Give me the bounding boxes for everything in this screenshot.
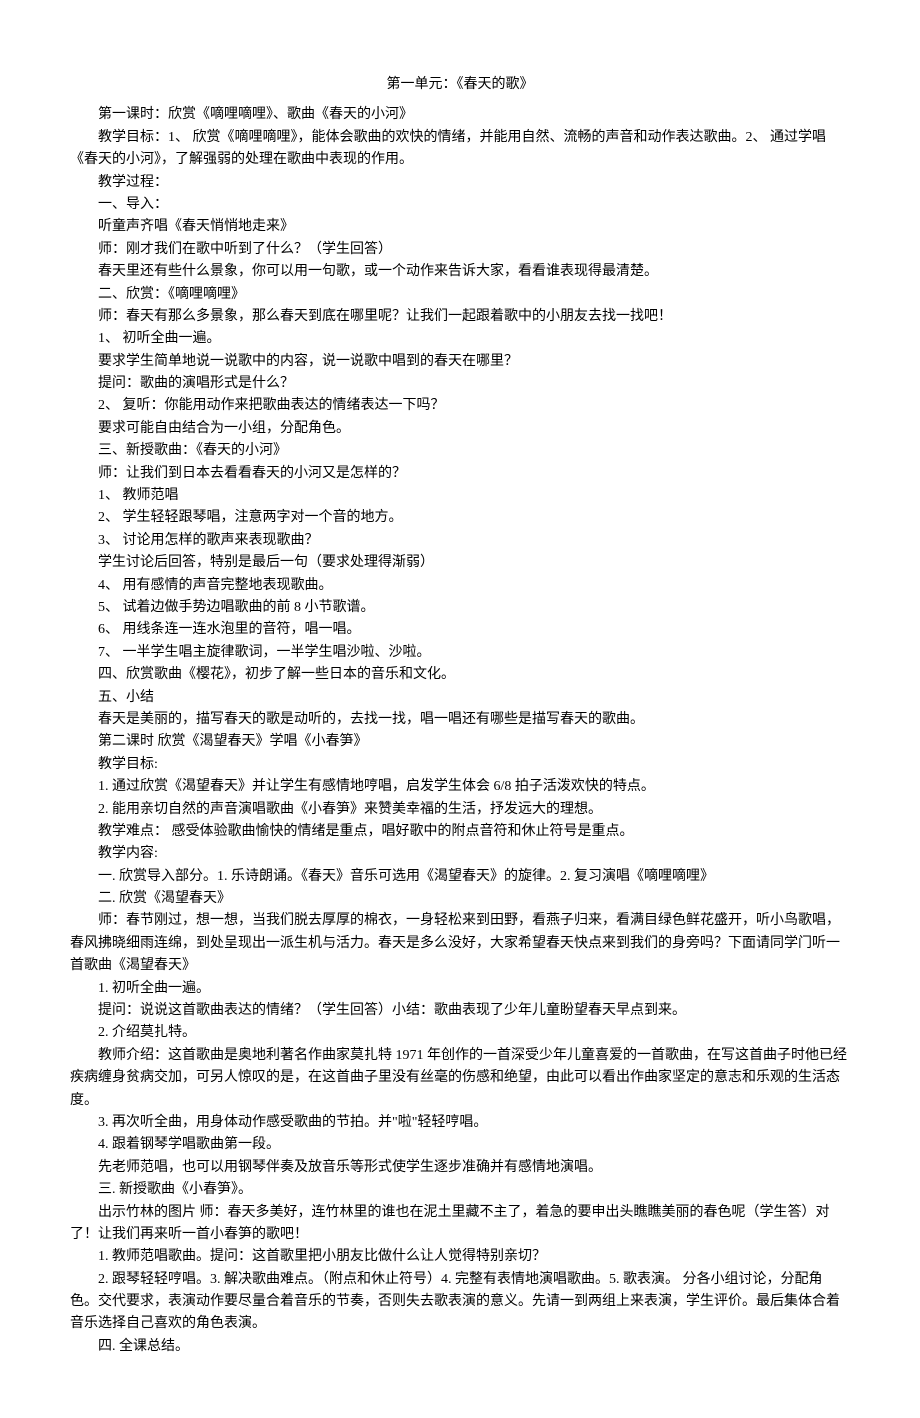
teaching-process-heading: 教学过程：	[70, 172, 850, 194]
body-text: 出示竹林的图片 师：春天多美好，连竹林里的谁也在泥土里藏不主了，着急的要申出头瞧…	[70, 1202, 850, 1247]
body-text: 师：让我们到日本去看看春天的小河又是怎样的？	[70, 463, 850, 485]
body-text: 1. 通过欣赏《渴望春天》并让学生有感情地哼唱，启发学生体会 6/8 拍子活泼欢…	[70, 776, 850, 798]
body-text: 1、 教师范唱	[70, 485, 850, 507]
body-text: 一. 欣赏导入部分。1. 乐诗朗诵。《春天》音乐可选用《渴望春天》的旋律。2. …	[70, 866, 850, 888]
body-text: 师：春天有那么多景象，那么春天到底在哪里呢？让我们一起跟着歌中的小朋友去找一找吧…	[70, 306, 850, 328]
section-intro: 一、导入：	[70, 194, 850, 216]
body-text: 2. 跟琴轻轻哼唱。3. 解决歌曲难点。（附点和休止符号）4. 完整有表情地演唱…	[70, 1269, 850, 1336]
body-text: 提问：歌曲的演唱形式是什么？	[70, 373, 850, 395]
section-class-summary: 四. 全课总结。	[70, 1336, 850, 1358]
body-text: 7、 一半学生唱主旋律歌词，一半学生唱沙啦、沙啦。	[70, 642, 850, 664]
body-text: 4. 跟着钢琴学唱歌曲第一段。	[70, 1134, 850, 1156]
unit-title: 第一单元：《春天的歌》	[70, 74, 850, 96]
body-text: 1. 初听全曲一遍。	[70, 978, 850, 1000]
teaching-difficulty: 教学难点： 感受体验歌曲愉快的情绪是重点，唱好歌中的附点音符和休止符号是重点。	[70, 821, 850, 843]
section-new-song: 三、新授歌曲：《春天的小河》	[70, 440, 850, 462]
body-text: 师：刚才我们在歌中听到了什么？（学生回答）	[70, 239, 850, 261]
body-text: 3. 再次听全曲，用身体动作感受歌曲的节拍。并"啦"轻轻哼唱。	[70, 1112, 850, 1134]
body-text: 4、 用有感情的声音完整地表现歌曲。	[70, 575, 850, 597]
body-text: 春天是美丽的，描写春天的歌是动听的，去找一找，唱一唱还有哪些是描写春天的歌曲。	[70, 709, 850, 731]
body-text: 春天里还有些什么景象，你可以用一句歌，或一个动作来告诉大家，看看谁表现得最清楚。	[70, 261, 850, 283]
body-text: 要求可能自由结合为一小组，分配角色。	[70, 418, 850, 440]
teaching-objectives-1: 教学目标：1、 欣赏《嘀哩嘀哩》，能体会歌曲的欢快的情绪，并能用自然、流畅的声音…	[70, 127, 850, 172]
body-text: 1. 教师范唱歌曲。提问：这首歌里把小朋友比做什么让人觉得特别亲切？	[70, 1246, 850, 1268]
section-summary: 五、小结	[70, 687, 850, 709]
body-text: 3、 讨论用怎样的歌声来表现歌曲？	[70, 530, 850, 552]
body-text: 1、 初听全曲一遍。	[70, 328, 850, 350]
section-bamboo-shoot: 三. 新授歌曲《小春笋》。	[70, 1179, 850, 1201]
section-appreciation: 二、欣赏：《嘀哩嘀哩》	[70, 284, 850, 306]
teaching-objectives-2: 教学目标:	[70, 754, 850, 776]
body-text: 教师介绍：这首歌曲是奥地利著名作曲家莫扎特 1971 年创作的一首深受少年儿童喜…	[70, 1045, 850, 1112]
body-text: 2、 学生轻轻跟琴唱，注意两字对一个音的地方。	[70, 507, 850, 529]
body-text: 要求学生简单地说一说歌中的内容，说一说歌中唱到的春天在哪里？	[70, 351, 850, 373]
lesson1-heading: 第一课时：欣赏《嘀哩嘀哩》、歌曲《春天的小河》	[70, 104, 850, 126]
body-text: 6、 用线条连一连水泡里的音符，唱一唱。	[70, 619, 850, 641]
lesson2-heading: 第二课时 欣赏《渴望春天》学唱《小春笋》	[70, 731, 850, 753]
body-text: 师：春节刚过，想一想，当我们脱去厚厚的棉衣，一身轻松来到田野，看燕子归来，看满目…	[70, 910, 850, 977]
body-text: 提问：说说这首歌曲表达的情绪？（学生回答）小结：歌曲表现了少年儿童盼望春天早点到…	[70, 1000, 850, 1022]
body-text: 听童声齐唱《春天悄悄地走来》	[70, 216, 850, 238]
body-text: 先老师范唱，也可以用钢琴伴奏及放音乐等形式使学生逐步准确并有感情地演唱。	[70, 1157, 850, 1179]
body-text: 2. 能用亲切自然的声音演唱歌曲《小春笋》来赞美幸福的生活，抒发远大的理想。	[70, 799, 850, 821]
body-text: 5、 试着边做手势边唱歌曲的前 8 小节歌谱。	[70, 597, 850, 619]
body-text: 学生讨论后回答，特别是最后一句（要求处理得渐弱）	[70, 552, 850, 574]
teaching-content-heading: 教学内容:	[70, 843, 850, 865]
body-text: 2、 复听：你能用动作来把歌曲表达的情绪表达一下吗？	[70, 395, 850, 417]
body-text: 2. 介绍莫扎特。	[70, 1022, 850, 1044]
section-longing-spring: 二. 欣赏《渴望春天》	[70, 888, 850, 910]
section-sakura: 四、欣赏歌曲《樱花》，初步了解一些日本的音乐和文化。	[70, 664, 850, 686]
